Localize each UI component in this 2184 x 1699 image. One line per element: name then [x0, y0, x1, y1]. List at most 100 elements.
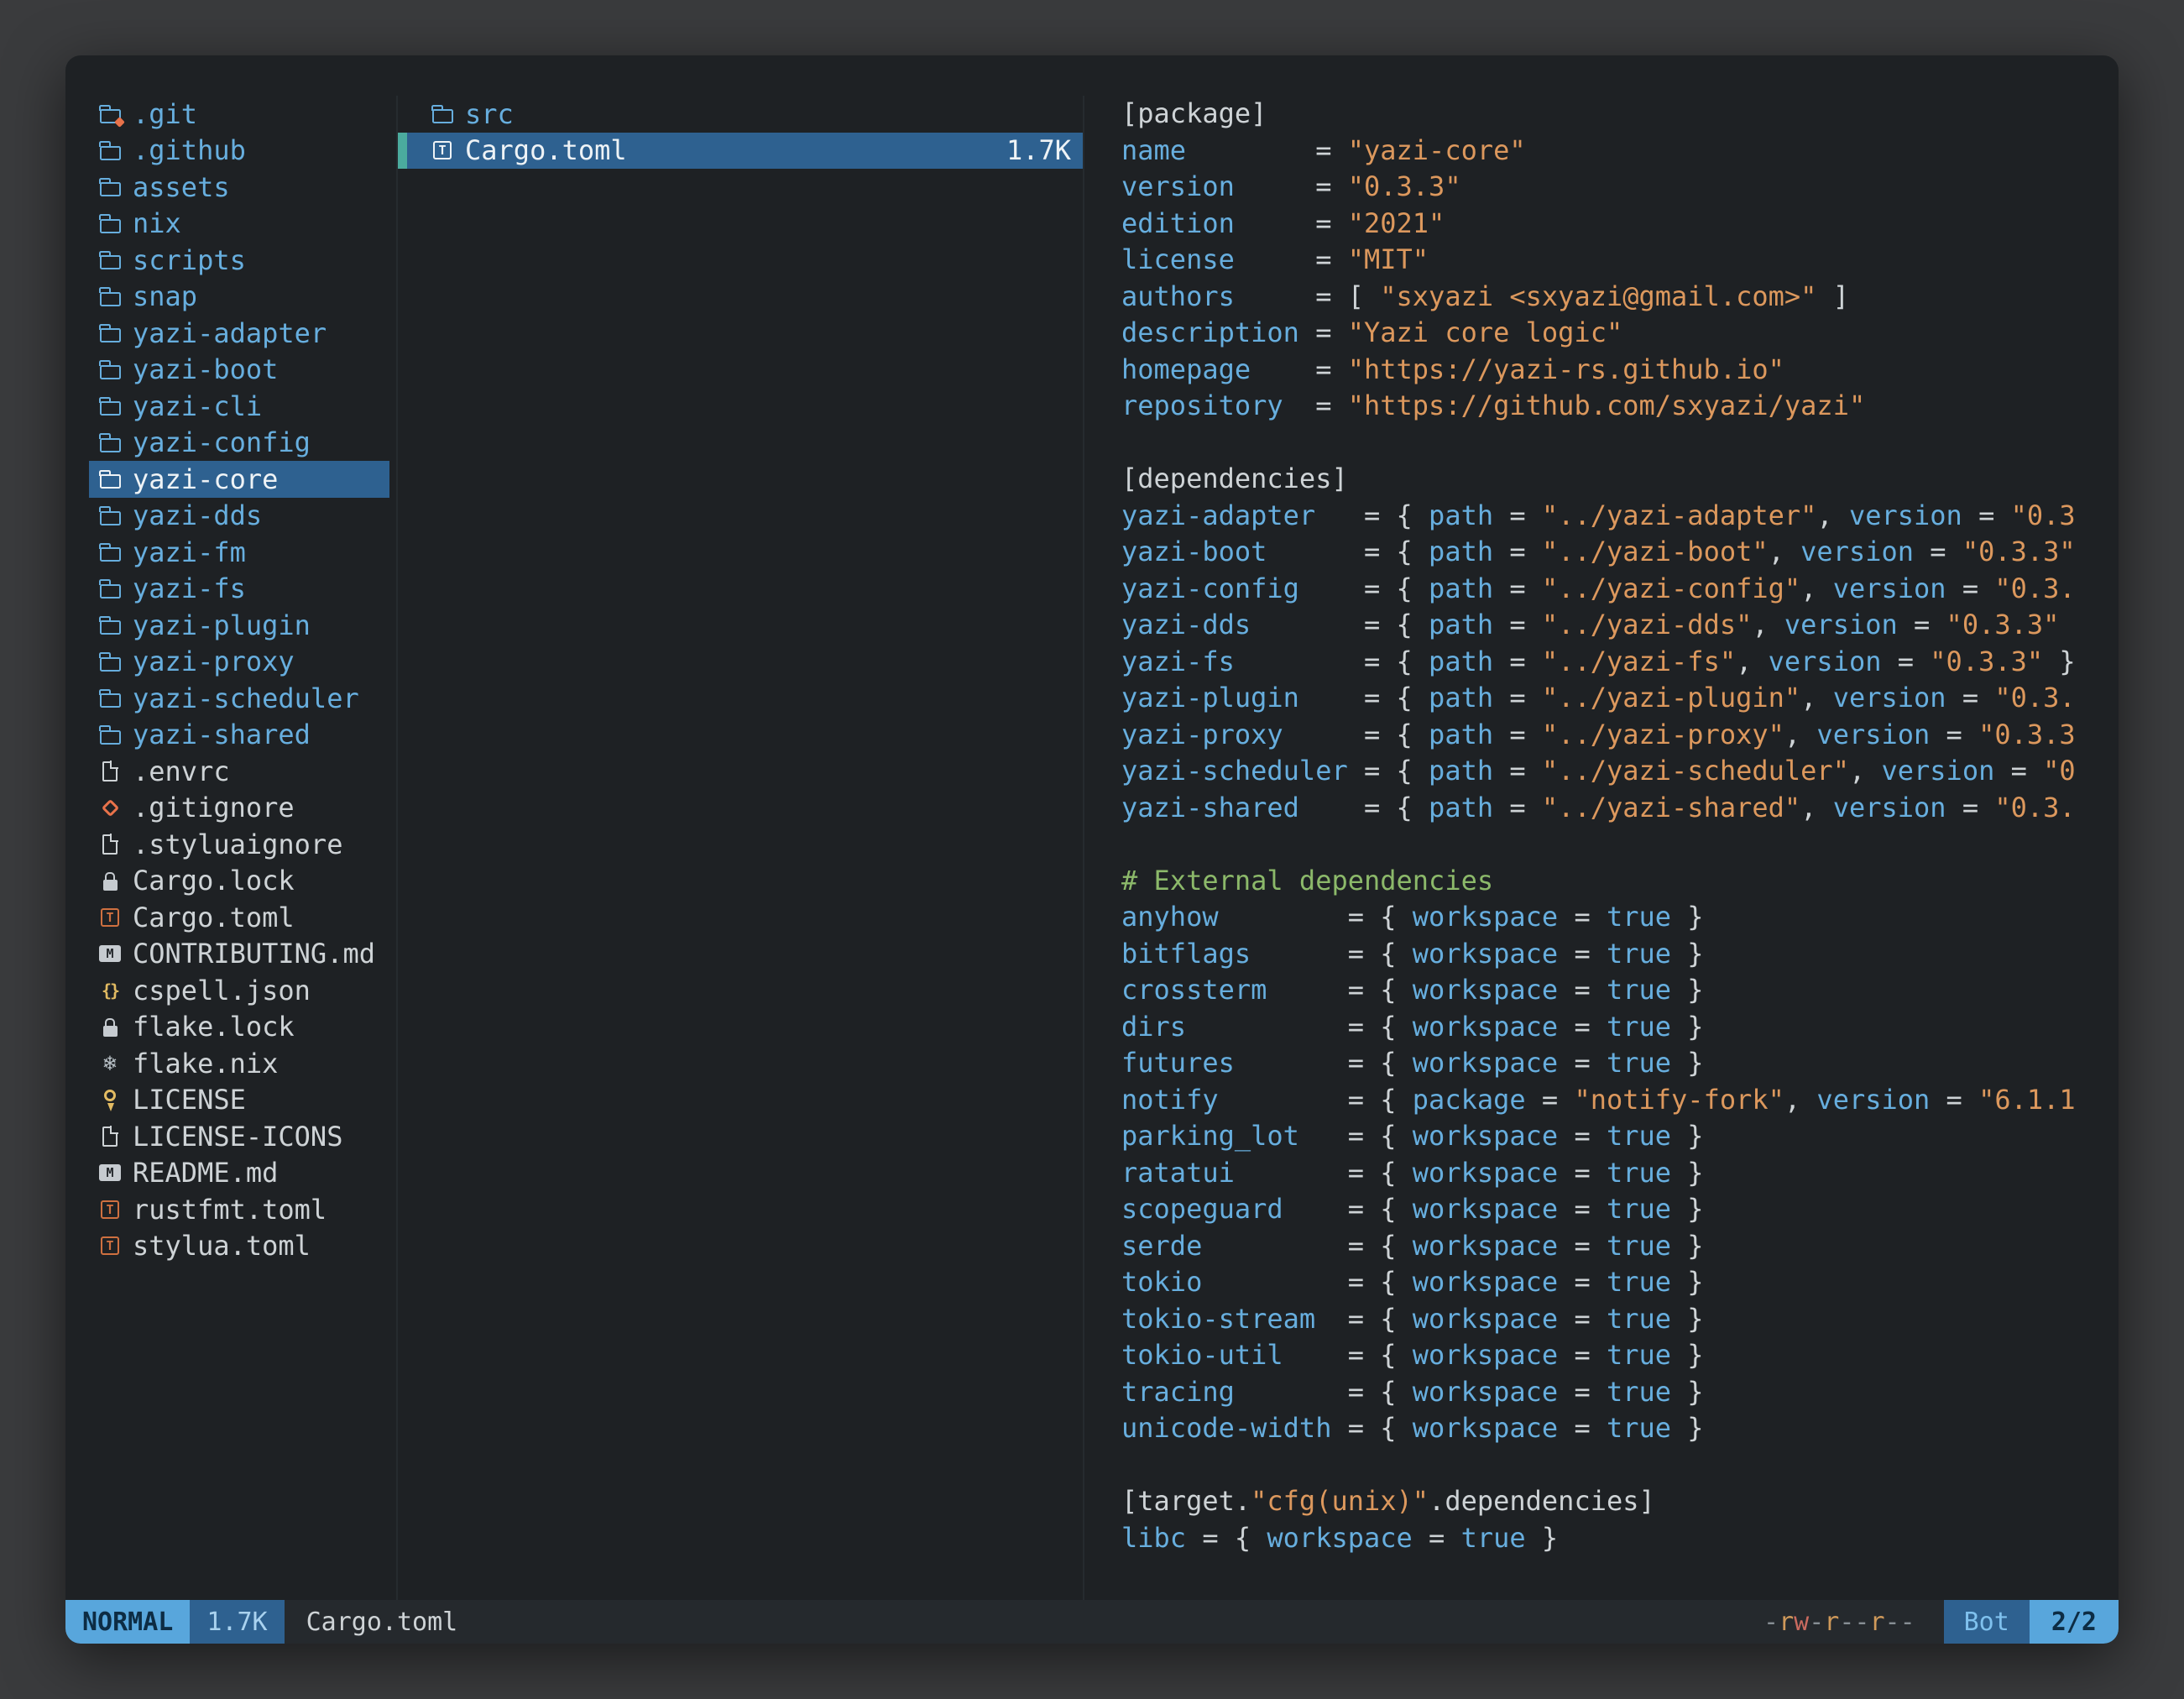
code-token: ,	[1849, 755, 1882, 787]
file-row-styluatoml[interactable]: Tstylua.toml	[89, 1228, 389, 1265]
dir-row-yazi-dds[interactable]: yazi-dds	[89, 498, 389, 535]
file-row-Cargotoml[interactable]: TCargo.toml1.7K	[398, 133, 1083, 170]
code-token: workspace	[1413, 1011, 1558, 1043]
code-token: true	[1607, 1047, 1671, 1079]
preview-line: description = "Yazi core logic"	[1121, 315, 2119, 352]
dir-row-nix[interactable]: nix	[89, 206, 389, 243]
code-token: "../yazi-proxy"	[1542, 719, 1784, 750]
current-directory-pane[interactable]: srcTCargo.toml1.7K	[398, 96, 1084, 1600]
code-token: =	[1493, 536, 1542, 567]
code-token: yazi-boot	[1121, 536, 1267, 567]
code-token: scopeguard	[1121, 1193, 1283, 1225]
code-token: }	[1671, 901, 1704, 933]
md-icon: M	[94, 1155, 126, 1191]
file-row-gitignore[interactable]: .gitignore	[89, 790, 389, 827]
dir-row-yazi-plugin[interactable]: yazi-plugin	[89, 607, 389, 644]
dir-row-snap[interactable]: snap	[89, 279, 389, 316]
folder-icon	[94, 498, 126, 534]
code-token: futures	[1121, 1047, 1235, 1079]
code-token: =	[1946, 682, 1995, 714]
dir-row-github[interactable]: .github	[89, 133, 389, 170]
preview-line: yazi-fs = { path = "../yazi-fs", version…	[1121, 644, 2119, 681]
file-row-styluaignore[interactable]: .styluaignore	[89, 826, 389, 863]
file-row-READMEmd[interactable]: MREADME.md	[89, 1155, 389, 1192]
dir-row-scripts[interactable]: scripts	[89, 242, 389, 279]
dir-row-assets[interactable]: assets	[89, 169, 389, 206]
file-row-flakenix[interactable]: ❄flake.nix	[89, 1045, 389, 1082]
dir-row-yazi-boot[interactable]: yazi-boot	[89, 352, 389, 389]
gitfolder-icon	[94, 96, 126, 132]
code-token: "../yazi-boot"	[1542, 536, 1769, 567]
file-row-envrc[interactable]: .envrc	[89, 753, 389, 790]
dir-row-yazi-adapter[interactable]: yazi-adapter	[89, 315, 389, 352]
json-icon: {}	[94, 972, 126, 1008]
entry-name: README.md	[133, 1157, 278, 1189]
entry-name: yazi-fm	[133, 536, 246, 568]
code-token: =	[1493, 572, 1542, 604]
dir-row-yazi-shared[interactable]: yazi-shared	[89, 717, 389, 754]
entry-name: yazi-plugin	[133, 609, 311, 641]
code-token: = {	[1299, 572, 1429, 604]
file-row-flakelock[interactable]: flake.lock	[89, 1009, 389, 1046]
code-token: }	[1671, 974, 1704, 1006]
file-row-rustfmttoml[interactable]: Trustfmt.toml	[89, 1191, 389, 1228]
entry-name: yazi-adapter	[133, 317, 327, 349]
preview-line: futures = { workspace = true }	[1121, 1045, 2119, 1082]
file-row-cspelljson[interactable]: {}cspell.json	[89, 972, 389, 1009]
code-token: = {	[1219, 901, 1413, 933]
dir-row-git[interactable]: .git	[89, 96, 389, 133]
perm-char: -	[1885, 1608, 1900, 1637]
code-token: =	[1493, 755, 1542, 787]
dir-row-yazi-scheduler[interactable]: yazi-scheduler	[89, 680, 389, 717]
entry-name: nix	[133, 207, 181, 239]
code-token: true	[1461, 1522, 1526, 1554]
parent-directory-pane[interactable]: .git.githubassetsnixscriptssnapyazi-adap…	[65, 96, 398, 1600]
code-token: "2021"	[1348, 207, 1445, 239]
preview-line: tokio-stream = { workspace = true }	[1121, 1301, 2119, 1338]
perm-char: r	[1824, 1608, 1839, 1637]
preview-line	[1121, 425, 2119, 462]
code-token: =	[1235, 207, 1348, 239]
preview-line	[1121, 1447, 2119, 1484]
code-token: repository	[1121, 389, 1283, 421]
folder-icon	[94, 680, 126, 716]
file-row-Cargotoml[interactable]: TCargo.toml	[89, 899, 389, 936]
dir-row-yazi-config[interactable]: yazi-config	[89, 425, 389, 462]
file-row-Cargolock[interactable]: Cargo.lock	[89, 863, 389, 900]
code-token: [package]	[1121, 97, 1267, 129]
code-token: =	[1493, 609, 1542, 640]
dir-row-src[interactable]: src	[398, 96, 1083, 133]
entry-name: LICENSE-ICONS	[133, 1121, 342, 1153]
preview-line: authors = [ "sxyazi <sxyazi@gmail.com>" …	[1121, 279, 2119, 316]
preview-line	[1121, 826, 2119, 863]
dir-row-yazi-proxy[interactable]: yazi-proxy	[89, 644, 389, 681]
code-token: true	[1607, 1120, 1671, 1152]
code-token: description	[1121, 316, 1299, 348]
code-token: yazi-config	[1121, 572, 1299, 604]
code-token: ,	[1800, 682, 1833, 714]
preview-line: [package]	[1121, 96, 2119, 133]
code-token: = {	[1283, 1193, 1413, 1225]
preview-line: unicode-width = { workspace = true }	[1121, 1410, 2119, 1447]
status-bar: NORMAL 1.7K Cargo.toml -rw-r--r-- Bot 2/…	[65, 1600, 2119, 1644]
code-token: }	[1671, 1047, 1704, 1079]
file-row-LICENSE[interactable]: LICENSE	[89, 1082, 389, 1119]
entry-name: yazi-dds	[133, 499, 262, 531]
code-token: workspace	[1267, 1522, 1412, 1554]
code-token: =	[1898, 609, 1946, 640]
dir-row-yazi-cli[interactable]: yazi-cli	[89, 388, 389, 425]
file-row-CONTRIBUTINGmd[interactable]: MCONTRIBUTING.md	[89, 936, 389, 973]
dir-row-yazi-fm[interactable]: yazi-fm	[89, 534, 389, 571]
code-token: =	[1558, 1376, 1607, 1408]
code-token: yazi-plugin	[1121, 682, 1299, 714]
code-token: =	[1493, 792, 1542, 823]
code-token: =	[1558, 1339, 1607, 1371]
file-row-LICENSE-ICONS[interactable]: LICENSE-ICONS	[89, 1118, 389, 1155]
code-token: notify	[1121, 1084, 1219, 1116]
code-token: =	[1558, 1047, 1607, 1079]
dir-row-yazi-fs[interactable]: yazi-fs	[89, 571, 389, 608]
code-token: [target.	[1121, 1485, 1251, 1517]
code-token: "0.3.3"	[1946, 609, 2060, 640]
dir-row-yazi-core[interactable]: yazi-core	[89, 461, 389, 498]
file-preview-pane[interactable]: [package]name = "yazi-core"version = "0.…	[1084, 96, 2119, 1600]
